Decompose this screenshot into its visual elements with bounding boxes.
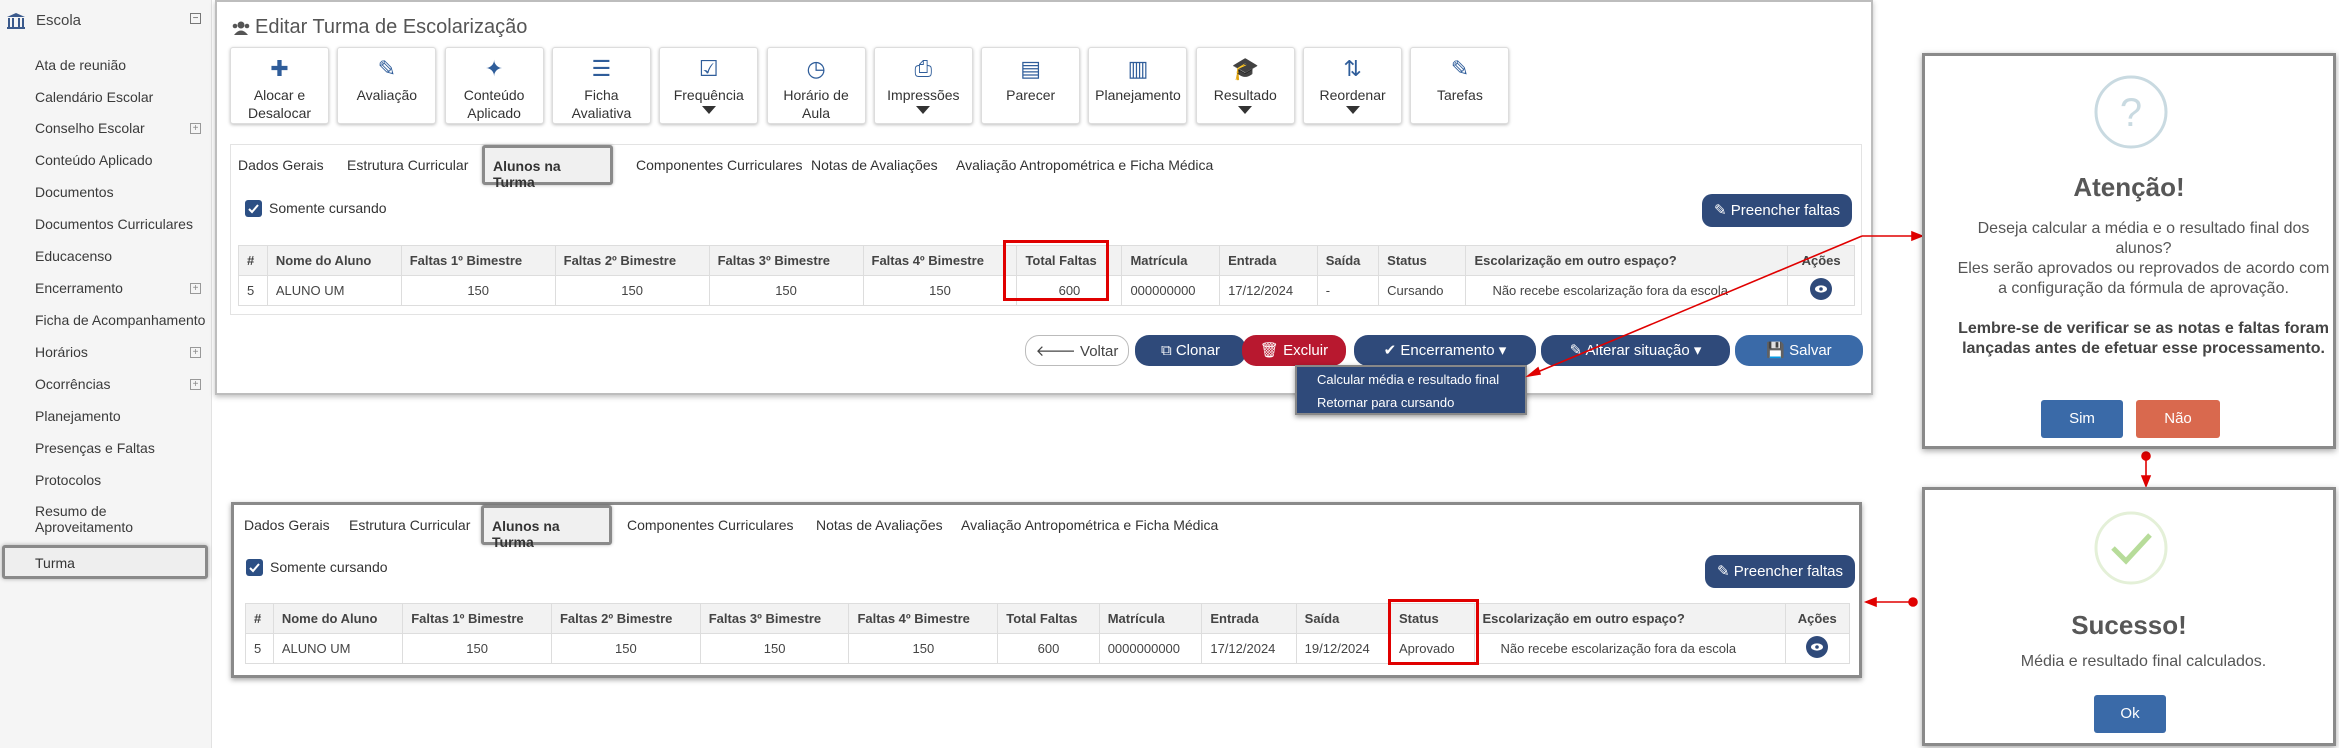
svg-text:?: ? bbox=[2120, 91, 2142, 135]
confirm-warning: Lembre-se de verificar se as notas e fal… bbox=[1958, 320, 2329, 357]
confirm-text: Deseja calcular a média e o resultado fi… bbox=[1955, 219, 2332, 359]
ok-button[interactable]: Ok bbox=[2094, 695, 2166, 733]
success-text: Média e resultado final calculados. bbox=[2020, 653, 2267, 670]
success-title: Sucesso! bbox=[2071, 610, 2187, 640]
nao-button[interactable]: Não bbox=[2136, 400, 2220, 438]
confirm-question: Deseja calcular a média e o resultado fi… bbox=[1977, 220, 2310, 257]
confirm-detail: Eles serão aprovados ou reprovados de ac… bbox=[1957, 260, 2330, 297]
confirm-title: Atenção! bbox=[2073, 172, 2185, 202]
question-icon: ? bbox=[2094, 75, 2168, 149]
confirm-modal: ? Atenção! Deseja calcular a média e o r… bbox=[1922, 53, 2336, 449]
check-icon bbox=[2094, 511, 2168, 585]
success-modal: Sucesso! Média e resultado final calcula… bbox=[1922, 487, 2336, 746]
sim-button[interactable]: Sim bbox=[2041, 400, 2123, 438]
